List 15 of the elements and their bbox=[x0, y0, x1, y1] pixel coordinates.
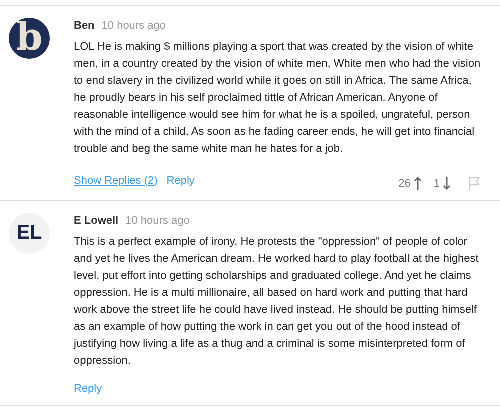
author-name: E Lowell bbox=[74, 215, 119, 227]
avatar: EL bbox=[9, 213, 50, 254]
reply-link[interactable]: Reply bbox=[166, 174, 195, 186]
upvote-count: 26 bbox=[398, 178, 411, 190]
timestamp: 10 hours ago bbox=[126, 215, 190, 227]
timestamp: 10 hours ago bbox=[102, 20, 166, 32]
downvote-arrow-icon[interactable] bbox=[443, 177, 451, 190]
downvote-count: 1 bbox=[434, 178, 440, 190]
avatar: b bbox=[9, 18, 50, 59]
comment-text: LOL He is making $ millions playing a sport that was created by the vision of white men, in a country created by the vision of white men, White men who had the vision to end slavery in the civilized world while it goes on still in Africa. The same Africa, he proudly bears in his self proclaimed tittle of African American. Anyone of reasonable intelligence would see him for what he is a spoiled, ungrateful, person with the mind of a child. As soon as he fading career ends, he will get into financial trouble and beg the same white man he hates for a job. bbox=[74, 40, 482, 157]
reply-link[interactable]: Reply bbox=[74, 383, 102, 395]
author-name: Ben bbox=[74, 20, 95, 32]
show-replies-link[interactable]: Show Replies (2) bbox=[74, 174, 158, 186]
comment-text: This is a perfect example of irony. He protests the "oppression" of people of color and yet he lives the American dream. He worked hard to play football at the highest level, put effort into getting scholarships and graduated college. And yet he claims oppression. He is a multi millionaire, all based on hard work and putting that hard work above the street life he could have lived instead. He should be putting himself as an example of how putting the work in can get you out of the hood instead of justifying how living a life as a thug and a criminal is some misinterpreted form of oppression. bbox=[74, 235, 480, 369]
upvote-arrow-icon[interactable] bbox=[414, 177, 422, 190]
